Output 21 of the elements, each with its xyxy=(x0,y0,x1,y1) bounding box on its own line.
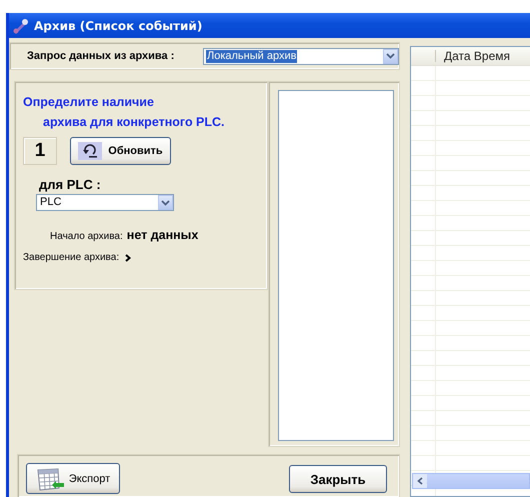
horizontal-scrollbar[interactable] xyxy=(412,473,530,489)
instruction-text: Определите наличие xyxy=(23,94,155,111)
field-value: нет данных xyxy=(126,228,198,242)
plc-dropdown[interactable]: PLC xyxy=(36,194,174,211)
undo-icon xyxy=(78,142,102,160)
field-label: Начало архива: xyxy=(50,231,123,242)
close-button[interactable]: Закрыть xyxy=(289,465,387,493)
plc-number: 1 xyxy=(23,137,57,165)
window-title: Архив (Список событий) xyxy=(34,18,202,32)
scroll-left-icon[interactable] xyxy=(413,474,427,488)
export-button[interactable]: Экспорт xyxy=(26,463,120,494)
calendar-export-icon xyxy=(36,466,66,492)
archive-source-dropdown[interactable]: Локальный архив xyxy=(203,48,399,64)
field-label: Запрос данных из архива : xyxy=(27,50,176,62)
field-label: для PLC : xyxy=(39,177,102,192)
list-box[interactable] xyxy=(278,90,394,441)
instruction-text: архива для конкретного PLC. xyxy=(42,114,226,131)
refresh-button[interactable]: Обновить xyxy=(70,137,171,165)
chevron-icon xyxy=(125,254,132,262)
app-icon xyxy=(12,18,30,34)
field-label: Завершение архива: xyxy=(23,252,120,263)
